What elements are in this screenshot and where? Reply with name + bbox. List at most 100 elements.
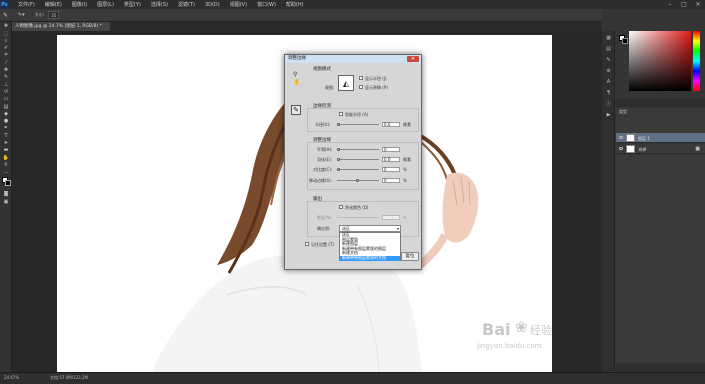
feather-slider[interactable] — [337, 158, 379, 161]
dodge-tool-icon[interactable]: ● — [2, 118, 10, 124]
quick-select-tool-icon[interactable]: ✐ — [2, 45, 10, 51]
properties-panel-icon[interactable]: ▤ — [604, 45, 613, 53]
blur-tool-icon[interactable]: ◆ — [2, 111, 10, 117]
menu-image[interactable]: 图像(I) — [67, 1, 92, 8]
decontaminate-checkbox[interactable] — [339, 205, 343, 209]
crop-tool-icon[interactable]: ⌗ — [2, 52, 10, 58]
menu-file[interactable]: 文件(F) — [13, 1, 40, 8]
healing-tool-icon[interactable]: ✚ — [2, 67, 10, 73]
eraser-tool-icon[interactable]: ▭ — [2, 96, 10, 102]
size-value-field[interactable]: 35 — [48, 11, 60, 19]
layers-lock-row — [616, 126, 705, 133]
smooth-slider[interactable] — [337, 148, 379, 151]
menu-edit[interactable]: 编辑(E) — [40, 1, 67, 8]
background-color-swatch[interactable] — [5, 180, 11, 187]
hand-tool-icon[interactable]: ✋ — [293, 79, 300, 86]
hue-slider[interactable] — [693, 31, 700, 91]
contrast-slider-knob[interactable] — [337, 168, 340, 171]
option-new-document-with-mask[interactable]: 新建带有图层蒙版的文档 — [340, 255, 400, 261]
shift-edge-slider[interactable] — [337, 179, 379, 182]
menu-window[interactable]: 窗口(W) — [252, 1, 281, 8]
zoom-tool-icon[interactable]: ⚲ — [2, 162, 10, 168]
remember-settings-checkbox[interactable] — [305, 242, 309, 246]
smart-radius-checkbox[interactable] — [339, 112, 343, 116]
output-to-dropdown[interactable]: 选区 ▾ — [339, 225, 401, 232]
background-swatch[interactable] — [622, 38, 628, 44]
show-original-checkbox[interactable] — [359, 85, 363, 89]
zoom-tool-icon[interactable]: ⚲ — [293, 71, 297, 78]
layer-kind-label[interactable]: 类型 — [619, 109, 627, 115]
shift-edge-field[interactable]: 0 — [382, 178, 400, 183]
options-bar: ✎ ✎▾ 大小: 35 基本功能 — [0, 9, 705, 22]
actions-panel-icon[interactable]: ▶ — [604, 111, 613, 119]
radius-slider-knob[interactable] — [337, 123, 340, 126]
zoom-level[interactable]: 24.67% — [4, 375, 19, 380]
radius-field[interactable]: 0.0 — [382, 122, 400, 127]
refine-radius-tool-icon[interactable]: ✎ — [291, 105, 301, 115]
menu-layer[interactable]: 图层(L) — [92, 1, 119, 8]
chevron-down-icon: ▾ — [396, 226, 399, 231]
feather-field[interactable]: 0.0 — [382, 157, 400, 162]
dialog-close-button[interactable]: ✕ — [407, 56, 419, 62]
reset-button[interactable]: 复位 — [401, 252, 419, 261]
view-thumbnail[interactable]: ◭ — [338, 75, 354, 91]
layers-empty-area — [616, 155, 705, 362]
pen-tool-icon[interactable]: ✒ — [2, 125, 10, 131]
amount-slider[interactable] — [337, 217, 379, 218]
layers-filter-row: 类型 — [616, 108, 705, 116]
layer-name[interactable]: 图层 1 — [638, 136, 650, 142]
document-tab[interactable]: 人物图像.jpg @ 24.7% (图层 1, RGB/8) * — [12, 22, 110, 31]
eye-icon[interactable] — [619, 136, 623, 139]
hand-tool-icon[interactable]: ✋ — [2, 155, 10, 161]
maximize-icon[interactable]: □ — [677, 0, 691, 9]
brush-tool-icon[interactable]: ✎ — [2, 74, 10, 80]
show-radius-checkbox[interactable] — [359, 76, 363, 80]
shape-tool-icon[interactable]: ▬ — [2, 147, 10, 153]
stamp-tool-icon[interactable]: ⊥ — [2, 82, 10, 88]
shift-edge-slider-knob[interactable] — [356, 179, 359, 182]
layers-blend-row — [616, 117, 705, 125]
marquee-tool-icon[interactable]: ⬚ — [2, 31, 10, 37]
contrast-label: 对比度(C): — [313, 167, 333, 172]
screen-mode-icon[interactable]: ▣ — [2, 199, 10, 205]
color-panel[interactable] — [629, 31, 691, 91]
layer-name[interactable]: 背景 — [638, 147, 646, 153]
quick-mask-icon[interactable]: ◙ — [2, 191, 10, 197]
brush-tool-icon[interactable]: ✎ — [3, 12, 8, 19]
menu-3d[interactable]: 3D(D) — [200, 2, 225, 8]
character-panel-icon[interactable]: A — [604, 78, 613, 86]
menu-type[interactable]: 类型(Y) — [119, 1, 146, 8]
feather-slider-knob[interactable] — [337, 158, 340, 161]
contrast-field[interactable]: 0 — [382, 167, 400, 172]
layer-row-layer1[interactable]: 图层 1 — [616, 133, 705, 143]
clone-source-icon[interactable]: ⊕ — [604, 67, 613, 75]
smooth-slider-knob[interactable] — [337, 148, 340, 151]
brush-preset-icon[interactable]: ✎▾ — [18, 12, 25, 18]
paragraph-panel-icon[interactable]: ¶ — [604, 89, 613, 97]
menu-help[interactable]: 帮助(H) — [281, 1, 309, 8]
history-brush-tool-icon[interactable]: ↺ — [2, 89, 10, 95]
menu-view[interactable]: 视图(V) — [225, 1, 252, 8]
move-tool-icon[interactable]: ✥ — [2, 23, 10, 29]
layer-row-background[interactable]: 背景 ■ — [616, 144, 705, 154]
path-select-tool-icon[interactable]: ➤ — [2, 140, 10, 146]
lasso-tool-icon[interactable]: ↆ — [2, 38, 10, 44]
smooth-field[interactable]: 0 — [382, 147, 400, 152]
amount-field[interactable] — [382, 215, 400, 220]
menu-select[interactable]: 选择(S) — [146, 1, 173, 8]
contrast-slider[interactable] — [337, 168, 379, 171]
minimize-icon[interactable]: – — [663, 0, 677, 9]
more-tools-icon[interactable]: … — [2, 169, 10, 175]
info-panel-icon[interactable]: ⓘ — [604, 100, 613, 108]
size-label: 大小: — [34, 12, 45, 17]
eyedropper-tool-icon[interactable]: ⁄ — [2, 60, 10, 66]
type-tool-icon[interactable]: T — [2, 133, 10, 139]
menu-filter[interactable]: 滤镜(T) — [173, 1, 200, 8]
brush-panel-icon[interactable]: ✎ — [604, 56, 613, 64]
eye-icon[interactable] — [619, 147, 623, 150]
close-icon[interactable]: ✕ — [691, 0, 705, 9]
history-panel-icon[interactable]: ▦ — [604, 34, 613, 42]
radius-slider[interactable] — [337, 123, 379, 126]
shift-edge-unit: % — [403, 178, 407, 183]
gradient-tool-icon[interactable]: ▤ — [2, 104, 10, 110]
